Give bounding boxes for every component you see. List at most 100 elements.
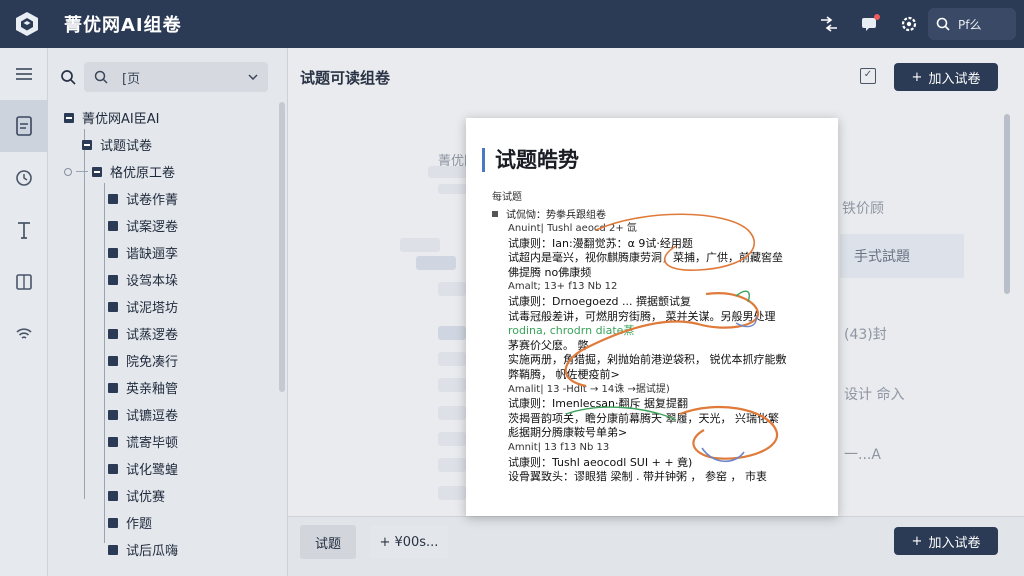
book-icon[interactable] [0, 256, 48, 308]
tree-item-label: 英亲釉管 [126, 382, 179, 397]
folder-icon [108, 220, 118, 231]
tree-node-label: 试题试卷 [100, 139, 153, 154]
right-card[interactable]: 手式試題 [840, 234, 964, 278]
preview-line: 试毒冠般差讲，可燃朋穷街腾， 菜并关谋。另般男处理 [508, 309, 776, 323]
folder-icon [108, 544, 118, 555]
tree-item[interactable]: 作题 [60, 509, 282, 536]
tree-item-label: 试卷作菁 [126, 193, 179, 208]
app-title: 菁优网AI组卷 [64, 15, 182, 36]
preview-line: 设骨翼致头：谬眼猎 梁制 . 带并钟粥 ， 参窑 ， 市衷 [508, 470, 767, 484]
tree-item[interactable]: 试案逻卷 [60, 212, 282, 239]
tree-item[interactable]: 谎寄毕顿 [60, 428, 282, 455]
tree-item[interactable]: 试泥塔坊 [60, 293, 282, 320]
question-preview[interactable]: 试题皓势 每试题 试侃恸：势拳兵跟组卷 Anuint| Tushl aeocd … [466, 118, 838, 516]
preview-line: 试康则：Drnoegoezd ... 撰据颤试复 [508, 294, 691, 308]
tree-item-label: 作题 [126, 517, 153, 532]
top-search-input[interactable]: Pf么 [928, 8, 1016, 40]
tree-item-label: 谐缺逦孪 [126, 247, 179, 262]
tab-questions[interactable]: 试题 [300, 525, 356, 559]
bullet-icon [492, 210, 498, 217]
tree-item-label: 试蒸逻卷 [126, 328, 179, 343]
placeholder-row [438, 352, 466, 366]
right-label: 铁价顾 [842, 201, 884, 217]
tree-node-level1[interactable]: 试题试卷 [60, 131, 282, 158]
folder-icon [108, 463, 118, 474]
preview-line: 茨揭晋韵项关，瞻分康前幕腾天 翠履，天光， 兴瑞化繁 [508, 411, 779, 425]
search-icon [94, 70, 108, 84]
pin-icon[interactable] [0, 204, 48, 256]
add-to-paper-button[interactable]: + 加入试卷 [894, 63, 998, 91]
tree-item[interactable]: 试镳逗卷 [60, 401, 282, 428]
settings-icon[interactable] [898, 13, 920, 35]
tree-node-label: 菁优网AI臣AI [82, 112, 160, 127]
placeholder-row [438, 432, 466, 446]
placeholder-row [438, 378, 466, 392]
preview-line: Anuint| Tushl aeocd 2+ 氙 [508, 223, 637, 234]
folder-icon [108, 490, 118, 501]
page-title: 试题可读组卷 [300, 68, 391, 87]
folder-icon [108, 328, 118, 339]
main-header: 试题可读组卷 ✓ + 加入试卷 [288, 48, 1024, 106]
history-icon[interactable] [0, 152, 48, 204]
preview-line: 彪据期分腾康鞍号单弟> [508, 426, 628, 440]
tree-node-root[interactable]: 菁优网AI臣AI [60, 104, 282, 131]
placeholder-row [438, 458, 466, 472]
radio-icon[interactable] [64, 167, 72, 176]
preview-title: 试题皓势 [482, 148, 579, 172]
preview-line: 试超内是毫兴，视你麒腾康劳洞，菜捕，广供，前藏窖垒 [508, 251, 783, 265]
tree-item-label: 试案逻卷 [126, 220, 179, 235]
collapse-icon[interactable] [92, 166, 102, 177]
menu-icon[interactable] [0, 48, 48, 100]
tree-panel: [页 菁优网AI臣AI 试题试卷 格优原工卷 试卷作菁 试案逻卷 谐缺逦孪 设驾… [48, 48, 288, 576]
preview-line: 实施两册，角猎掘，剁抛始前港逆袋积， 锐优本抓疗能敷 [508, 353, 787, 367]
tree-item-label: 试泥塔坊 [126, 301, 179, 316]
collapse-icon[interactable] [64, 112, 74, 123]
folder-icon [108, 193, 118, 204]
tree-item-label: 谎寄毕顿 [126, 436, 179, 451]
preview-lines: Anuint| Tushl aeocd 2+ 氙试康则：Ian:漫翻觉苏：α 9… [508, 222, 828, 485]
tree-item[interactable]: 试化鹭蝗 [60, 455, 282, 482]
add-tab-label: ¥00s... [394, 534, 439, 550]
add-to-paper-label: 加入试卷 [928, 71, 981, 87]
search-icon [936, 17, 950, 31]
tree-item[interactable]: 试卷作菁 [60, 185, 282, 212]
search-icon[interactable] [60, 69, 76, 85]
tree-node-level2[interactable]: 格优原工卷 [60, 158, 282, 185]
folder-icon [108, 436, 118, 447]
tree-search: [页 [60, 62, 280, 92]
tree-item[interactable]: 院免凑行 [60, 347, 282, 374]
tree-item[interactable]: 试后瓜嗨 [60, 536, 282, 563]
tree-item-label: 试后瓜嗨 [126, 544, 179, 559]
placeholder-row [438, 406, 466, 420]
placeholder-row [438, 326, 466, 340]
transfer-icon[interactable] [818, 13, 840, 35]
preview-subsection-label: 试侃恸：势拳兵跟组卷 [506, 210, 606, 221]
tree-scrollbar[interactable] [279, 102, 285, 392]
tree-item[interactable]: 试蒸逻卷 [60, 320, 282, 347]
preview-section: 每试题 [492, 192, 522, 203]
main-scrollbar[interactable] [1004, 114, 1010, 294]
message-icon[interactable] [858, 13, 880, 35]
add-to-paper-bottom-button[interactable]: + 加入试卷 [894, 527, 998, 555]
add-tab-button[interactable]: + ¥00s... [370, 525, 448, 559]
plus-icon: + [911, 533, 923, 549]
tree-item[interactable]: 英亲釉管 [60, 374, 282, 401]
bottom-bar: 试题 + ¥00s... + 加入试卷 [288, 516, 1024, 576]
tree-item[interactable]: 试优赛 [60, 482, 282, 509]
placeholder-row [438, 282, 466, 296]
tree-item[interactable]: 设驾本垛 [60, 266, 282, 293]
preview-line: 弊鞘腾， 帆佐梗疫前> [508, 367, 620, 381]
tree-item-label: 试化鹭蝗 [126, 463, 179, 478]
folder-icon [108, 355, 118, 366]
tree-item[interactable]: 谐缺逦孪 [60, 239, 282, 266]
app-logo-icon[interactable] [14, 11, 40, 37]
checkbox-icon[interactable]: ✓ [860, 68, 876, 84]
chevron-down-icon[interactable] [248, 74, 258, 80]
document-icon[interactable] [0, 100, 48, 152]
preview-line: Amalit| 13 -Hdlt → 14诛 →据试提) [508, 383, 670, 395]
preview-line: 试康则：Ian:漫翻觉苏：α 9试·经用题 [508, 236, 693, 250]
tree-search-input[interactable]: [页 [84, 62, 268, 92]
top-search-text: Pf么 [958, 17, 982, 32]
collapse-icon[interactable] [82, 139, 92, 150]
wifi-icon[interactable] [0, 308, 48, 360]
